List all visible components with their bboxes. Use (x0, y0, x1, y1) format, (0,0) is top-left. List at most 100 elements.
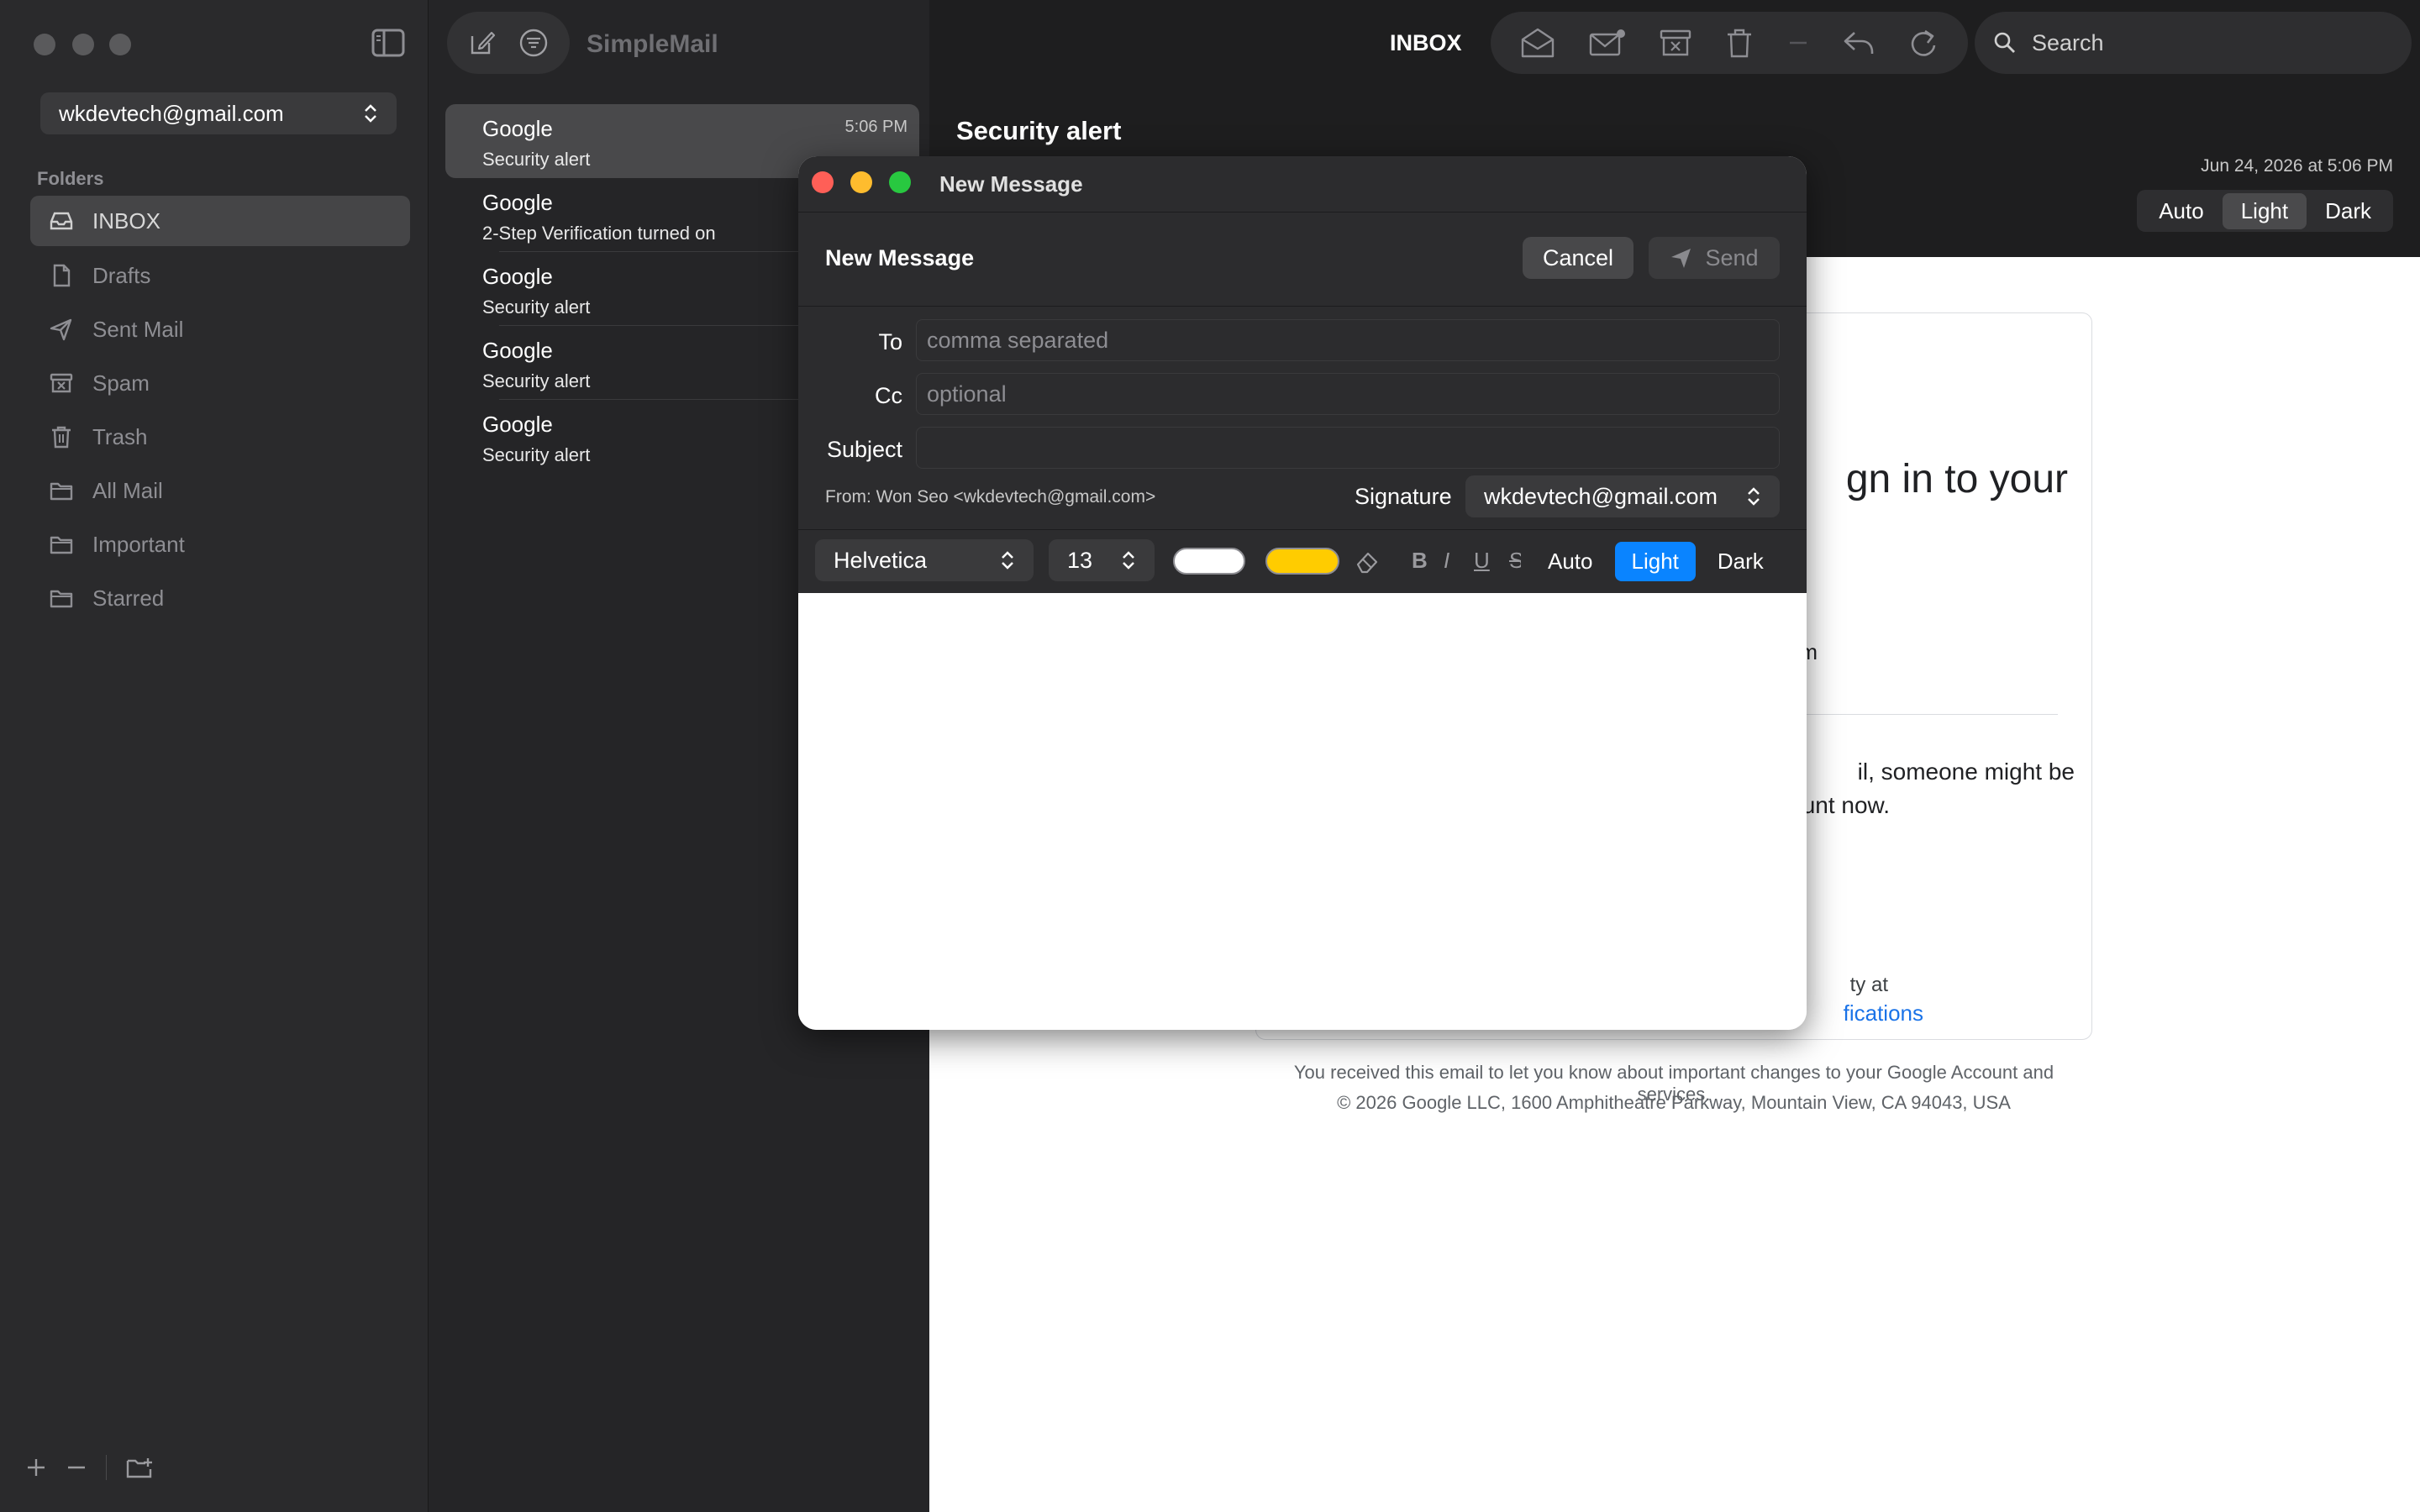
mark-unread-icon[interactable] (1588, 28, 1627, 58)
trash-icon[interactable] (1725, 27, 1754, 59)
eraser-icon[interactable] (1355, 549, 1380, 575)
email-date: Jun 24, 2026 at 5:06 PM (2201, 156, 2393, 176)
sidebar-item-spam[interactable]: Spam (30, 358, 410, 408)
envelope-open-icon[interactable] (1520, 27, 1555, 59)
folder-icon (49, 532, 74, 557)
font-size-value: 13 (1067, 547, 1093, 573)
sidebar: wkdevtech@gmail.com Folders INBOX Drafts… (0, 0, 429, 1512)
new-folder-icon[interactable] (125, 1456, 154, 1479)
signature-label: Signature (1355, 484, 1452, 509)
compose-minimize-button[interactable] (850, 171, 872, 193)
compose-icon[interactable] (468, 29, 497, 57)
format-bar-divider (798, 529, 1807, 530)
cc-label: Cc (875, 383, 902, 408)
sidebar-item-sent-mail[interactable]: Sent Mail (30, 304, 410, 354)
search-icon (1993, 31, 2017, 55)
compose-header: New Message New Message Cancel Send To C… (798, 156, 1807, 593)
mailbox-title: INBOX (1390, 30, 1462, 55)
email-subject-heading: Security alert (956, 116, 1122, 145)
font-family-value: Helvetica (834, 547, 928, 573)
compose-window-title: New Message (939, 171, 1083, 197)
highlight-color-well[interactable] (1265, 548, 1339, 575)
chevron-updown-icon (1746, 486, 1761, 507)
inbox-icon (49, 208, 74, 234)
cancel-button-label: Cancel (1542, 244, 1614, 270)
compose-theme-auto-button[interactable]: Auto (1531, 542, 1610, 581)
cancel-button[interactable]: Cancel (1523, 237, 1634, 279)
plus-icon[interactable] (25, 1457, 47, 1478)
minus-icon[interactable] (1786, 39, 1810, 47)
subject-field[interactable] (916, 427, 1780, 469)
sidebar-item-inbox[interactable]: INBOX (30, 196, 410, 246)
subject-label: Subject (826, 437, 902, 462)
account-select-value: wkdevtech@gmail.com (59, 100, 284, 126)
bold-button[interactable]: B (1412, 548, 1428, 574)
zoom-window-button[interactable] (109, 34, 131, 55)
sidebar-toggle-icon[interactable] (371, 29, 405, 57)
chevron-updown-icon (1121, 549, 1136, 571)
folder-icon (49, 478, 74, 503)
sidebar-item-important[interactable]: Important (30, 519, 410, 570)
sidebar-item-label: Sent Mail (92, 316, 184, 342)
sidebar-item-drafts[interactable]: Drafts (30, 250, 410, 301)
theme-auto-button[interactable]: Auto (2140, 193, 2223, 229)
message-time: 5:06 PM (844, 118, 908, 136)
to-label: To (878, 329, 902, 354)
chevron-updown-icon (1000, 549, 1015, 571)
account-select[interactable]: wkdevtech@gmail.com (40, 92, 397, 134)
sidebar-item-label: Spam (92, 370, 150, 396)
signature-select-value: wkdevtech@gmail.com (1484, 483, 1718, 509)
sidebar-item-label: Important (92, 531, 185, 557)
compose-body-editor[interactable] (798, 593, 1807, 1030)
paperplane-icon (49, 317, 74, 342)
folder-icon (49, 585, 74, 611)
sidebar-item-trash[interactable]: Trash (30, 412, 410, 462)
message-actions-toolbar (1491, 12, 1968, 74)
font-family-select[interactable]: Helvetica (815, 539, 1034, 581)
folders-heading: Folders (37, 168, 104, 189)
send-button[interactable]: Send (1649, 237, 1780, 279)
close-window-button[interactable] (34, 34, 55, 55)
refresh-icon[interactable] (1908, 27, 1939, 59)
app-title: SimpleMail (587, 30, 718, 58)
italic-button[interactable]: I (1444, 548, 1449, 574)
sidebar-item-label: All Mail (92, 477, 163, 503)
from-address: From: Won Seo <wkdevtech@gmail.com> (825, 487, 1156, 507)
footer-divider (106, 1455, 107, 1480)
archive-icon[interactable] (1659, 28, 1692, 58)
sidebar-item-label: Trash (92, 423, 148, 449)
sidebar-item-label: Drafts (92, 262, 151, 288)
theme-light-button[interactable]: Light (2222, 192, 2307, 229)
to-field[interactable] (916, 319, 1780, 361)
send-button-label: Send (1705, 244, 1759, 270)
compose-heading: New Message (825, 245, 975, 270)
signature-select[interactable]: wkdevtech@gmail.com (1465, 475, 1780, 517)
compose-divider (798, 306, 1807, 307)
font-size-select[interactable]: 13 (1049, 539, 1155, 581)
compose-close-button[interactable] (812, 171, 834, 193)
minus-icon[interactable] (66, 1457, 87, 1478)
cc-field[interactable] (916, 373, 1780, 415)
text-color-well[interactable] (1173, 548, 1245, 575)
underline-button[interactable]: U (1474, 548, 1490, 574)
minimize-window-button[interactable] (72, 34, 94, 55)
search-placeholder: Search (2032, 29, 2104, 55)
sidebar-item-label: Starred (92, 585, 165, 611)
filter-icon[interactable] (518, 28, 549, 58)
theme-dark-button[interactable]: Dark (2307, 193, 2390, 229)
compose-theme-light-button[interactable]: Light (1614, 541, 1696, 581)
search-field[interactable]: Search (1975, 12, 2412, 74)
email-footer-address: © 2026 Google LLC, 1600 Amphitheatre Par… (1337, 1092, 2011, 1113)
sidebar-item-all-mail[interactable]: All Mail (30, 465, 410, 516)
reader-theme-segmented: Auto Light Dark (2137, 190, 2393, 232)
compose-theme-dark-button[interactable]: Dark (1701, 542, 1781, 581)
reply-icon[interactable] (1842, 29, 1876, 57)
sidebar-item-starred[interactable]: Starred (30, 573, 410, 623)
document-icon (49, 263, 74, 288)
spam-icon (49, 370, 74, 396)
titlebar-divider (798, 212, 1807, 213)
paperplane-icon (1670, 246, 1693, 270)
strikethrough-button[interactable]: S (1509, 548, 1521, 574)
trash-icon (49, 424, 74, 449)
compose-zoom-button[interactable] (889, 171, 911, 193)
